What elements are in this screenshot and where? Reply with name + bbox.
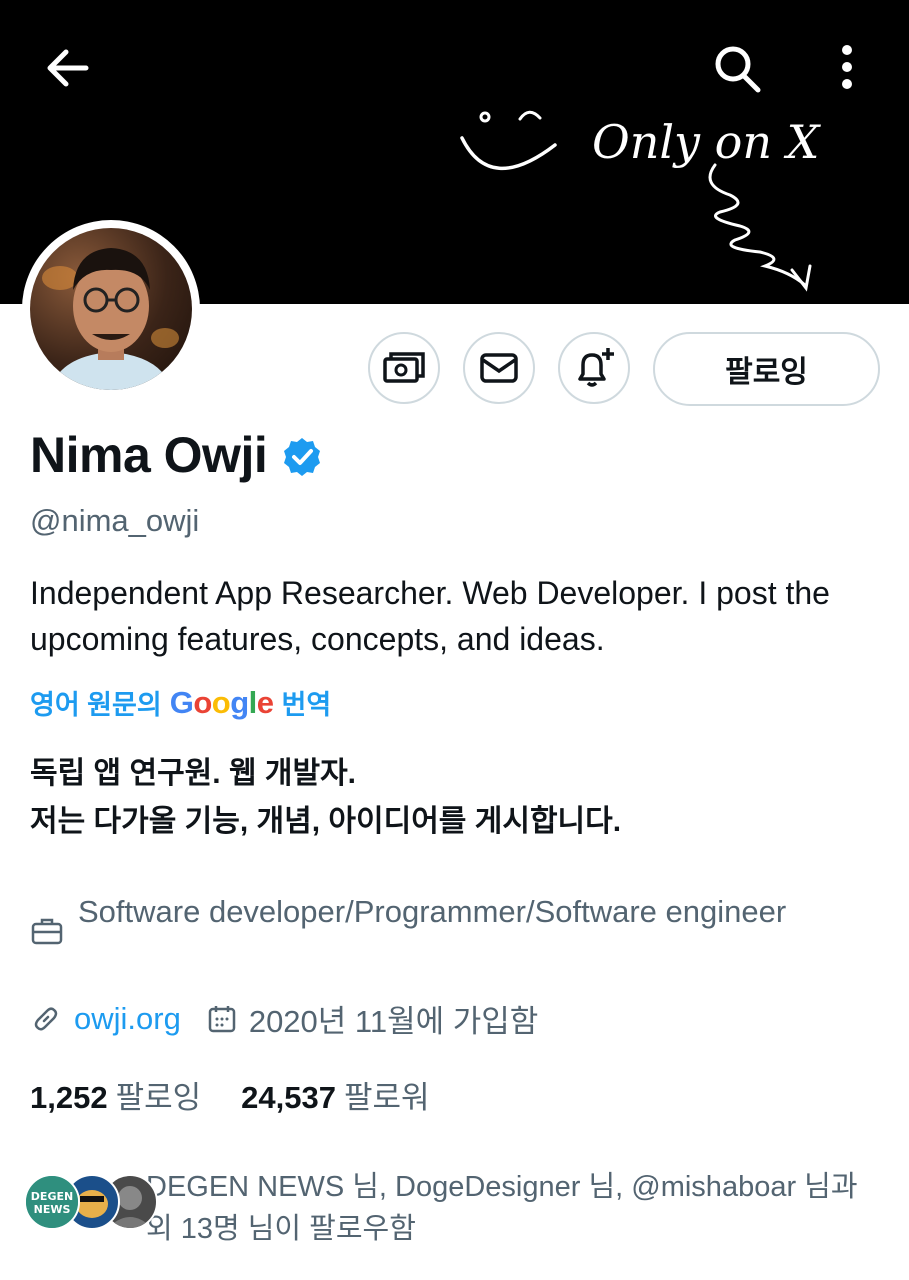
mini-avatar-1: DEGEN NEWS — [24, 1174, 80, 1230]
translate-suffix: 번역 — [281, 690, 332, 720]
bio: Independent App Researcher. Web Develope… — [30, 575, 830, 657]
followers-count: 24,537 — [241, 1080, 336, 1115]
translated-line-1: 독립 앱 연구원. 웹 개발자. — [30, 757, 357, 790]
following-count: 1,252 — [30, 1080, 108, 1115]
avatar-photo — [30, 228, 192, 390]
notify-button[interactable] — [558, 332, 630, 404]
banner-text: Only on X — [592, 115, 822, 169]
followers-stat[interactable]: 24,537 팔로워 — [241, 1072, 429, 1117]
money-icon — [383, 352, 425, 383]
verified-badge-icon[interactable] — [281, 436, 323, 478]
search-icon — [715, 46, 761, 93]
following-label: 팔로잉 — [115, 1080, 202, 1115]
following-stat[interactable]: 1,252 팔로잉 — [30, 1072, 201, 1117]
profession-row: Software developer/Programmer/Software e… — [30, 888, 818, 946]
search-button[interactable] — [708, 40, 764, 101]
arrow-left-icon — [47, 49, 89, 87]
profession-text: Software developer/Programmer/Software e… — [78, 894, 787, 929]
translated-bio: 독립 앱 연구원. 웹 개발자. 저는 다가올 기능, 개념, 아이디어를 게시… — [30, 750, 890, 846]
display-name: Nima Owji — [30, 427, 268, 483]
more-vertical-icon — [842, 45, 852, 89]
joined-date: 2020년 11월에 가입함 — [248, 1004, 539, 1039]
translated-line-2: 저는 다가올 기능, 개념, 아이디어를 게시합니다. — [30, 805, 622, 838]
followers-label: 팔로워 — [343, 1080, 430, 1115]
website-link[interactable]: owji.org — [74, 1001, 181, 1037]
known-followers-text: DEGEN NEWS 님, DogeDesigner 님, @mishaboar… — [146, 1171, 858, 1245]
back-button[interactable] — [40, 44, 92, 97]
name-row: Nima Owji — [30, 426, 323, 484]
bell-plus-icon — [578, 348, 614, 387]
subscribe-button[interactable] — [368, 332, 440, 404]
following-button[interactable]: 팔로잉 — [653, 332, 880, 406]
known-followers-avatars: DEGEN NEWS — [24, 1166, 158, 1230]
link-icon — [34, 1006, 58, 1031]
envelope-icon — [480, 353, 518, 383]
translate-prefix: 영어 원문의 — [30, 690, 162, 720]
translate-link[interactable]: 영어 원문의 Google 번역 — [30, 683, 331, 722]
avatar[interactable] — [22, 220, 200, 398]
known-followers[interactable]: DEGEN NEWS DEGEN NEWS 님, DogeDesigner 님, … — [24, 1166, 866, 1250]
google-logo: Google — [169, 684, 274, 720]
handle: @nima_owji — [30, 503, 200, 538]
meta-row: owji.org 2020년 11월에 가입함 — [30, 996, 538, 1041]
more-button[interactable] — [832, 42, 862, 97]
calendar-icon — [208, 1005, 236, 1032]
message-button[interactable] — [463, 332, 535, 404]
briefcase-icon — [31, 918, 63, 945]
mini-avatar-1-text: DEGEN NEWS — [31, 1190, 73, 1216]
follow-stats: 1,252 팔로잉 24,537 팔로워 — [30, 1072, 430, 1117]
